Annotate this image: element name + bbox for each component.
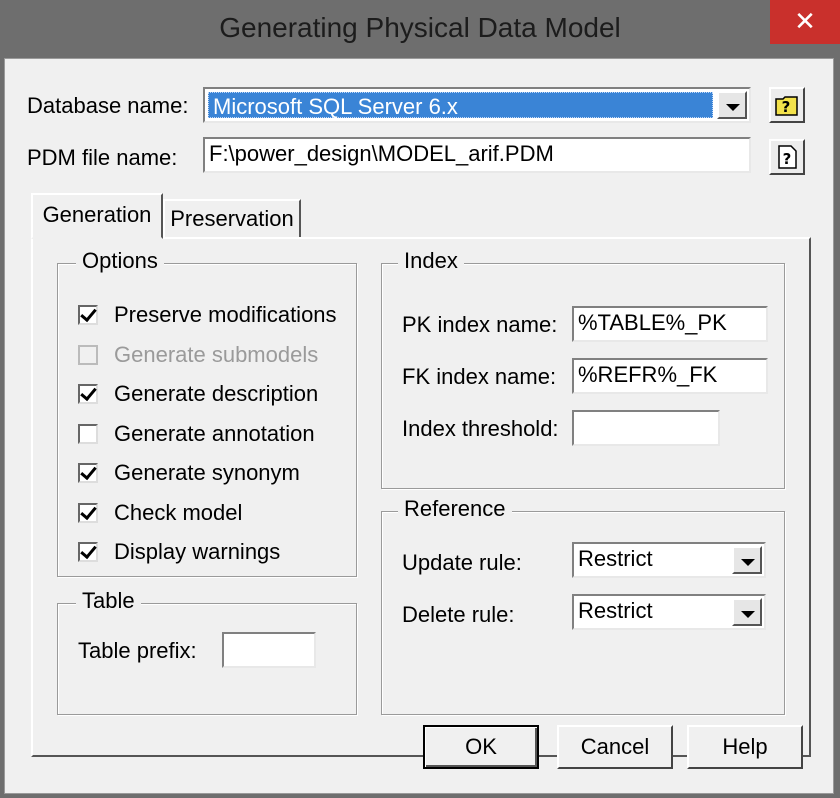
option-row[interactable]: Generate annotation <box>78 421 348 451</box>
checkmark-icon <box>80 502 97 520</box>
option-label: Generate synonym <box>114 460 300 485</box>
option-row[interactable]: Generate description <box>78 381 348 411</box>
option-checkbox[interactable] <box>78 462 98 483</box>
checkmark-icon <box>80 462 97 481</box>
folder-help-icon: ? <box>775 96 798 116</box>
update-rule-dropdown-button[interactable] <box>732 546 762 574</box>
options-group-title: Options <box>76 248 164 274</box>
checkmark-icon <box>80 541 97 560</box>
delete-rule-dropdown-button[interactable] <box>732 598 762 626</box>
option-label: Display warnings <box>114 539 281 564</box>
option-label: Check model <box>114 499 243 525</box>
table-prefix-input[interactable] <box>222 632 316 668</box>
pdm-file-name-label: PDM file name: <box>27 145 178 170</box>
option-row[interactable]: Generate synonym <box>78 460 348 490</box>
option-row[interactable]: Display warnings <box>78 539 348 569</box>
ok-button[interactable]: OK <box>423 725 539 769</box>
update-rule-select[interactable]: Restrict <box>572 542 766 578</box>
index-group-title: Index <box>398 248 464 274</box>
table-group: Table Table prefix: <box>57 588 357 715</box>
checkmark-icon <box>80 383 97 402</box>
close-button[interactable]: ✕ <box>770 0 840 44</box>
delete-rule-select[interactable]: Restrict <box>572 594 766 630</box>
document-help-icon: ? <box>778 145 797 169</box>
option-checkbox <box>78 344 98 365</box>
option-checkbox[interactable] <box>78 541 98 562</box>
index-threshold-input[interactable] <box>572 410 720 446</box>
option-checkbox[interactable] <box>78 502 98 523</box>
pdm-file-help-button[interactable]: ? <box>769 139 805 175</box>
fk-index-name-label: FK index name: <box>402 364 557 389</box>
option-row: Generate submodels <box>78 342 348 372</box>
index-group: Index PK index name: %TABLE%_PK FK index… <box>381 248 785 489</box>
option-checkbox[interactable] <box>78 383 98 404</box>
index-threshold-label: Index threshold: <box>402 416 559 441</box>
title-bar[interactable]: Generating Physical Data Model ✕ <box>0 0 840 58</box>
fk-index-name-input[interactable]: %REFR%_FK <box>572 358 768 394</box>
reference-group: Reference Update rule: Restrict Delete r… <box>381 496 785 715</box>
database-name-combobox[interactable]: Microsoft SQL Server 6.x <box>203 87 751 123</box>
svg-text:?: ? <box>782 98 791 116</box>
help-button[interactable]: Help <box>687 725 803 769</box>
option-row[interactable]: Preserve modifications <box>78 302 348 332</box>
database-help-button[interactable]: ? <box>769 87 805 123</box>
pk-index-name-input[interactable]: %TABLE%_PK <box>572 306 768 342</box>
dialog-client-area: Database name: Microsoft SQL Server 6.x … <box>4 58 834 794</box>
update-rule-label: Update rule: <box>402 550 522 575</box>
tab-preservation[interactable]: Preservation <box>163 199 301 239</box>
pdm-file-name-input[interactable]: F:\power_design\MODEL_arif.PDM <box>203 137 751 173</box>
option-label: Generate annotation <box>114 420 315 446</box>
delete-rule-value: Restrict <box>578 598 653 623</box>
dialog-window: Generating Physical Data Model ✕ Databas… <box>0 0 840 798</box>
close-icon: ✕ <box>794 6 816 36</box>
options-group: Options Preserve modifications Generate s… <box>57 248 357 577</box>
generation-tab-panel: Options Preserve modifications Generate s… <box>31 237 811 757</box>
reference-group-title: Reference <box>398 496 512 522</box>
option-row[interactable]: Check model <box>78 500 348 530</box>
database-name-label: Database name: <box>27 93 189 118</box>
delete-rule-label: Delete rule: <box>402 602 515 627</box>
table-prefix-label: Table prefix: <box>78 638 197 663</box>
tab-generation[interactable]: Generation <box>31 193 163 239</box>
option-label: Preserve modifications <box>114 302 337 327</box>
table-group-title: Table <box>76 588 141 614</box>
option-checkbox[interactable] <box>78 304 98 325</box>
window-title: Generating Physical Data Model <box>219 12 621 43</box>
update-rule-value: Restrict <box>578 546 653 571</box>
checkmark-icon <box>80 304 97 323</box>
database-name-value: Microsoft SQL Server 6.x <box>208 92 713 119</box>
database-dropdown-button[interactable] <box>717 91 747 119</box>
pk-index-name-label: PK index name: <box>402 312 558 337</box>
cancel-button[interactable]: Cancel <box>557 725 673 769</box>
svg-text:?: ? <box>783 150 792 168</box>
option-label: Generate description <box>114 381 319 406</box>
option-label: Generate submodels <box>114 341 319 367</box>
option-checkbox[interactable] <box>78 423 98 444</box>
